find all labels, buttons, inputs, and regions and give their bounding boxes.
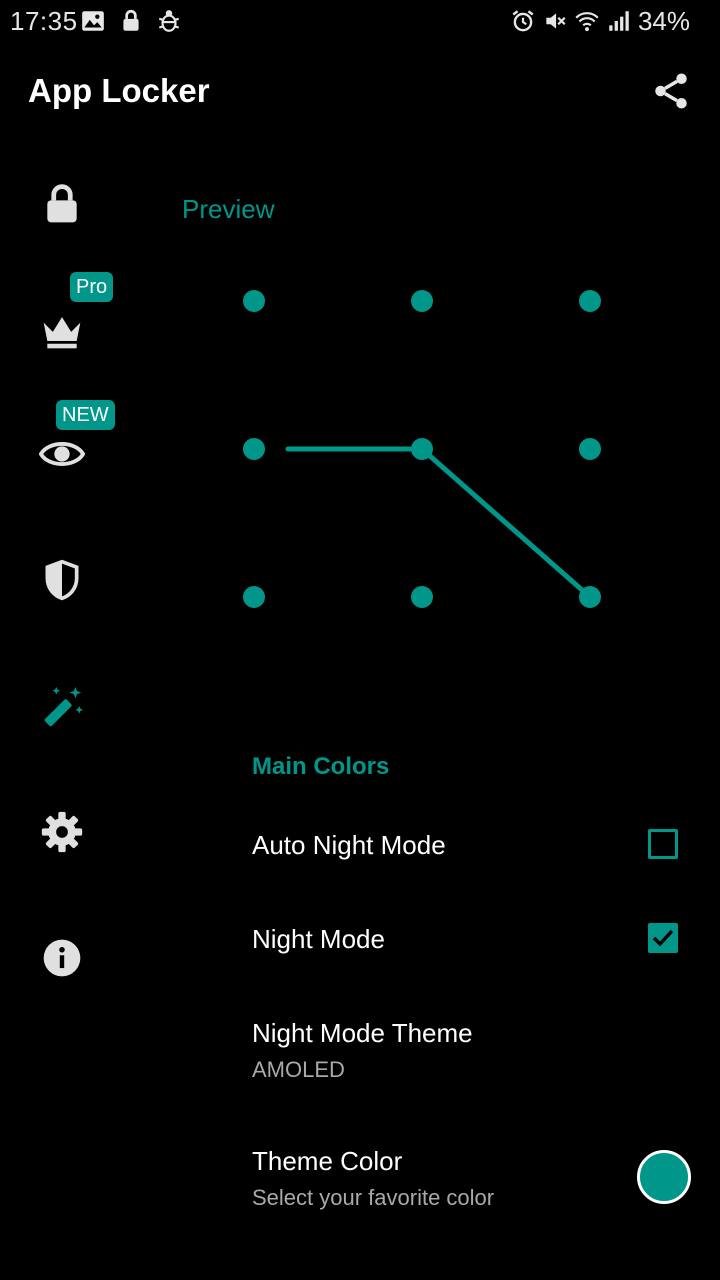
- night-mode-label: Night Mode: [252, 924, 385, 954]
- pro-badge: Pro: [70, 272, 114, 302]
- pattern-segment: [419, 446, 593, 600]
- preview-label: Preview: [182, 194, 275, 224]
- gallery-notification-icon: [82, 11, 104, 31]
- wifi-icon: [575, 12, 599, 32]
- status-left-icons: [80, 8, 182, 34]
- mute-icon: [546, 13, 566, 29]
- pattern-dot: [243, 586, 265, 608]
- pattern-dot: [243, 438, 265, 460]
- status-time: 17:35: [10, 6, 78, 36]
- pattern-dot: [411, 290, 433, 312]
- lock-notification-icon: [123, 9, 139, 31]
- status-right-icons: [510, 8, 632, 34]
- new-badge: NEW: [56, 400, 115, 430]
- share-icon: [655, 73, 687, 109]
- signal-icon: [609, 11, 629, 31]
- info-icon: [43, 939, 81, 977]
- night-mode-theme-label: Night Mode Theme: [252, 1018, 473, 1048]
- section-header-main-colors: Main Colors: [252, 753, 390, 780]
- theme-color-subtitle: Select your favorite color: [252, 1185, 495, 1210]
- auto-night-mode-checkbox[interactable]: [648, 829, 678, 859]
- lock-icon: [47, 184, 77, 223]
- magic-wand-icon: [44, 686, 84, 727]
- pattern-dot: [579, 586, 601, 608]
- checkmark-icon: [652, 929, 674, 947]
- eye-icon: [39, 442, 85, 466]
- shield-icon: [45, 559, 79, 601]
- sidebar-item-themes[interactable]: [36, 680, 88, 732]
- battery-percentage: 34%: [637, 6, 690, 36]
- sidebar-item-lock[interactable]: [36, 178, 88, 230]
- auto-night-mode-label: Auto Night Mode: [252, 830, 446, 860]
- share-button[interactable]: [650, 70, 692, 112]
- sidebar-item-appearance[interactable]: [36, 428, 88, 480]
- theme-color-swatch[interactable]: [637, 1150, 691, 1204]
- sidebar-item-info[interactable]: [36, 932, 88, 984]
- crown-icon: [43, 317, 81, 349]
- alarm-icon: [512, 10, 534, 32]
- pattern-lock-preview: [243, 290, 601, 608]
- status-bar: 17:35 34%: [0, 0, 720, 44]
- app-title: App Locker: [28, 72, 210, 109]
- night-mode-checkbox[interactable]: [648, 923, 678, 953]
- pattern-dot: [579, 290, 601, 312]
- theme-color-label: Theme Color: [252, 1146, 403, 1176]
- pattern-dot: [411, 586, 433, 608]
- pattern-dot: [579, 438, 601, 460]
- sidebar-item-pro[interactable]: [36, 304, 88, 356]
- bug-notification-icon: [158, 10, 180, 32]
- pattern-dot: [243, 290, 265, 312]
- pattern-dot: [411, 438, 433, 460]
- sidebar-item-security[interactable]: [36, 554, 88, 606]
- sidebar-item-settings[interactable]: [36, 806, 88, 858]
- gear-icon: [41, 811, 83, 853]
- night-mode-theme-value: AMOLED: [252, 1057, 345, 1082]
